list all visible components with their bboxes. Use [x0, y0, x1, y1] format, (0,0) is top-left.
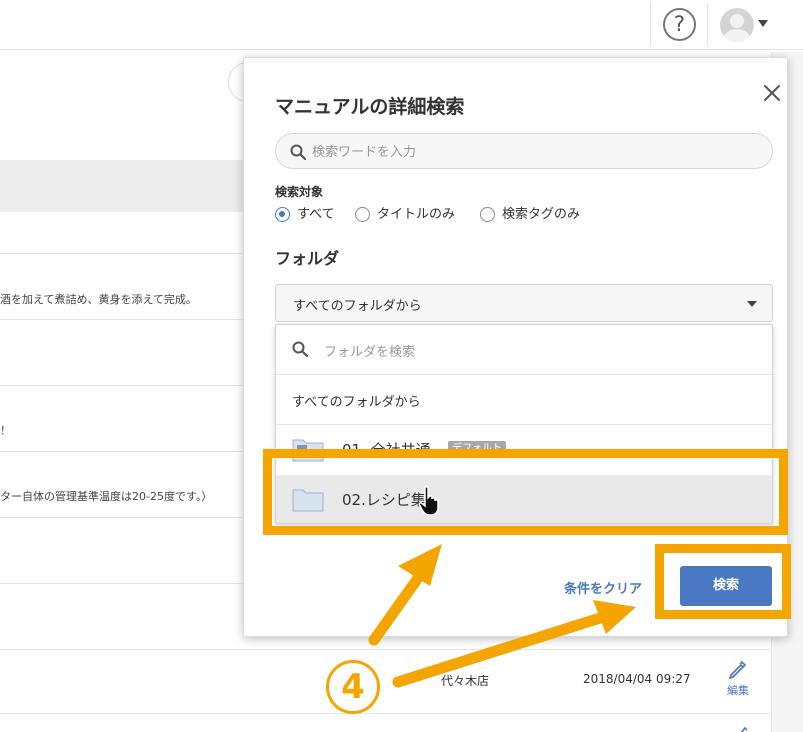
list-item-text: ！ [0, 424, 11, 437]
folder-option-all[interactable]: すべてのフォルダから [276, 375, 772, 425]
folder-heading: フォルダ [275, 249, 340, 268]
highlight-box-search-button [655, 544, 791, 619]
folder-search-field[interactable]: フォルダを検索 [276, 325, 772, 375]
separator [707, 4, 708, 46]
chevron-down-icon [747, 301, 757, 307]
folder-option-all-label: すべてのフォルダから [292, 395, 421, 410]
radio-tag-only-label[interactable]: 検索タグのみ [502, 206, 580, 224]
radio-all-button[interactable] [275, 207, 290, 222]
avatar[interactable] [720, 8, 754, 42]
radio-title-only-label[interactable]: タイトルのみ [377, 206, 455, 224]
row-store: 代々木店 [441, 674, 490, 688]
list-item-text: ター自体の管理基準温度は20-25度です。） [0, 490, 213, 503]
help-button[interactable]: ? [663, 8, 696, 41]
keyword-search-field[interactable] [275, 133, 773, 169]
clear-conditions-link[interactable]: 条件をクリア [564, 578, 642, 597]
list-item-text: 酒を加えて煮詰め、黄身を添えて完成。 [0, 293, 197, 306]
modal-title: マニュアルの詳細検索 [275, 96, 465, 118]
search-icon [290, 144, 306, 160]
separator [650, 4, 651, 46]
folder-select[interactable]: すべてのフォルダから [275, 284, 773, 322]
folder-select-value: すべてのフォルダから [293, 299, 422, 314]
radio-title-only-button[interactable] [355, 207, 370, 222]
close-icon[interactable] [762, 83, 782, 103]
top-bar: ? [0, 0, 803, 50]
keyword-search-input[interactable] [312, 141, 752, 163]
avatar-head [730, 14, 744, 28]
chevron-down-icon[interactable] [758, 20, 768, 27]
hand-cursor-icon [418, 486, 439, 516]
radio-all-label[interactable]: すべて [297, 206, 335, 224]
pencil-icon[interactable] [732, 724, 748, 732]
step-number-badge: 4 [326, 660, 380, 714]
search-icon [292, 341, 308, 357]
radio-tag-only-button[interactable] [480, 207, 495, 222]
search-target-label: 検索対象 [275, 185, 324, 199]
row-date: 2018/04/04 09:27 [583, 672, 691, 686]
folder-search-placeholder: フォルダを検索 [324, 345, 416, 360]
highlight-box-folder-option [263, 449, 788, 535]
edit-link[interactable]: 編集 [727, 682, 749, 698]
pencil-icon[interactable] [728, 660, 748, 680]
avatar-body [724, 29, 750, 42]
